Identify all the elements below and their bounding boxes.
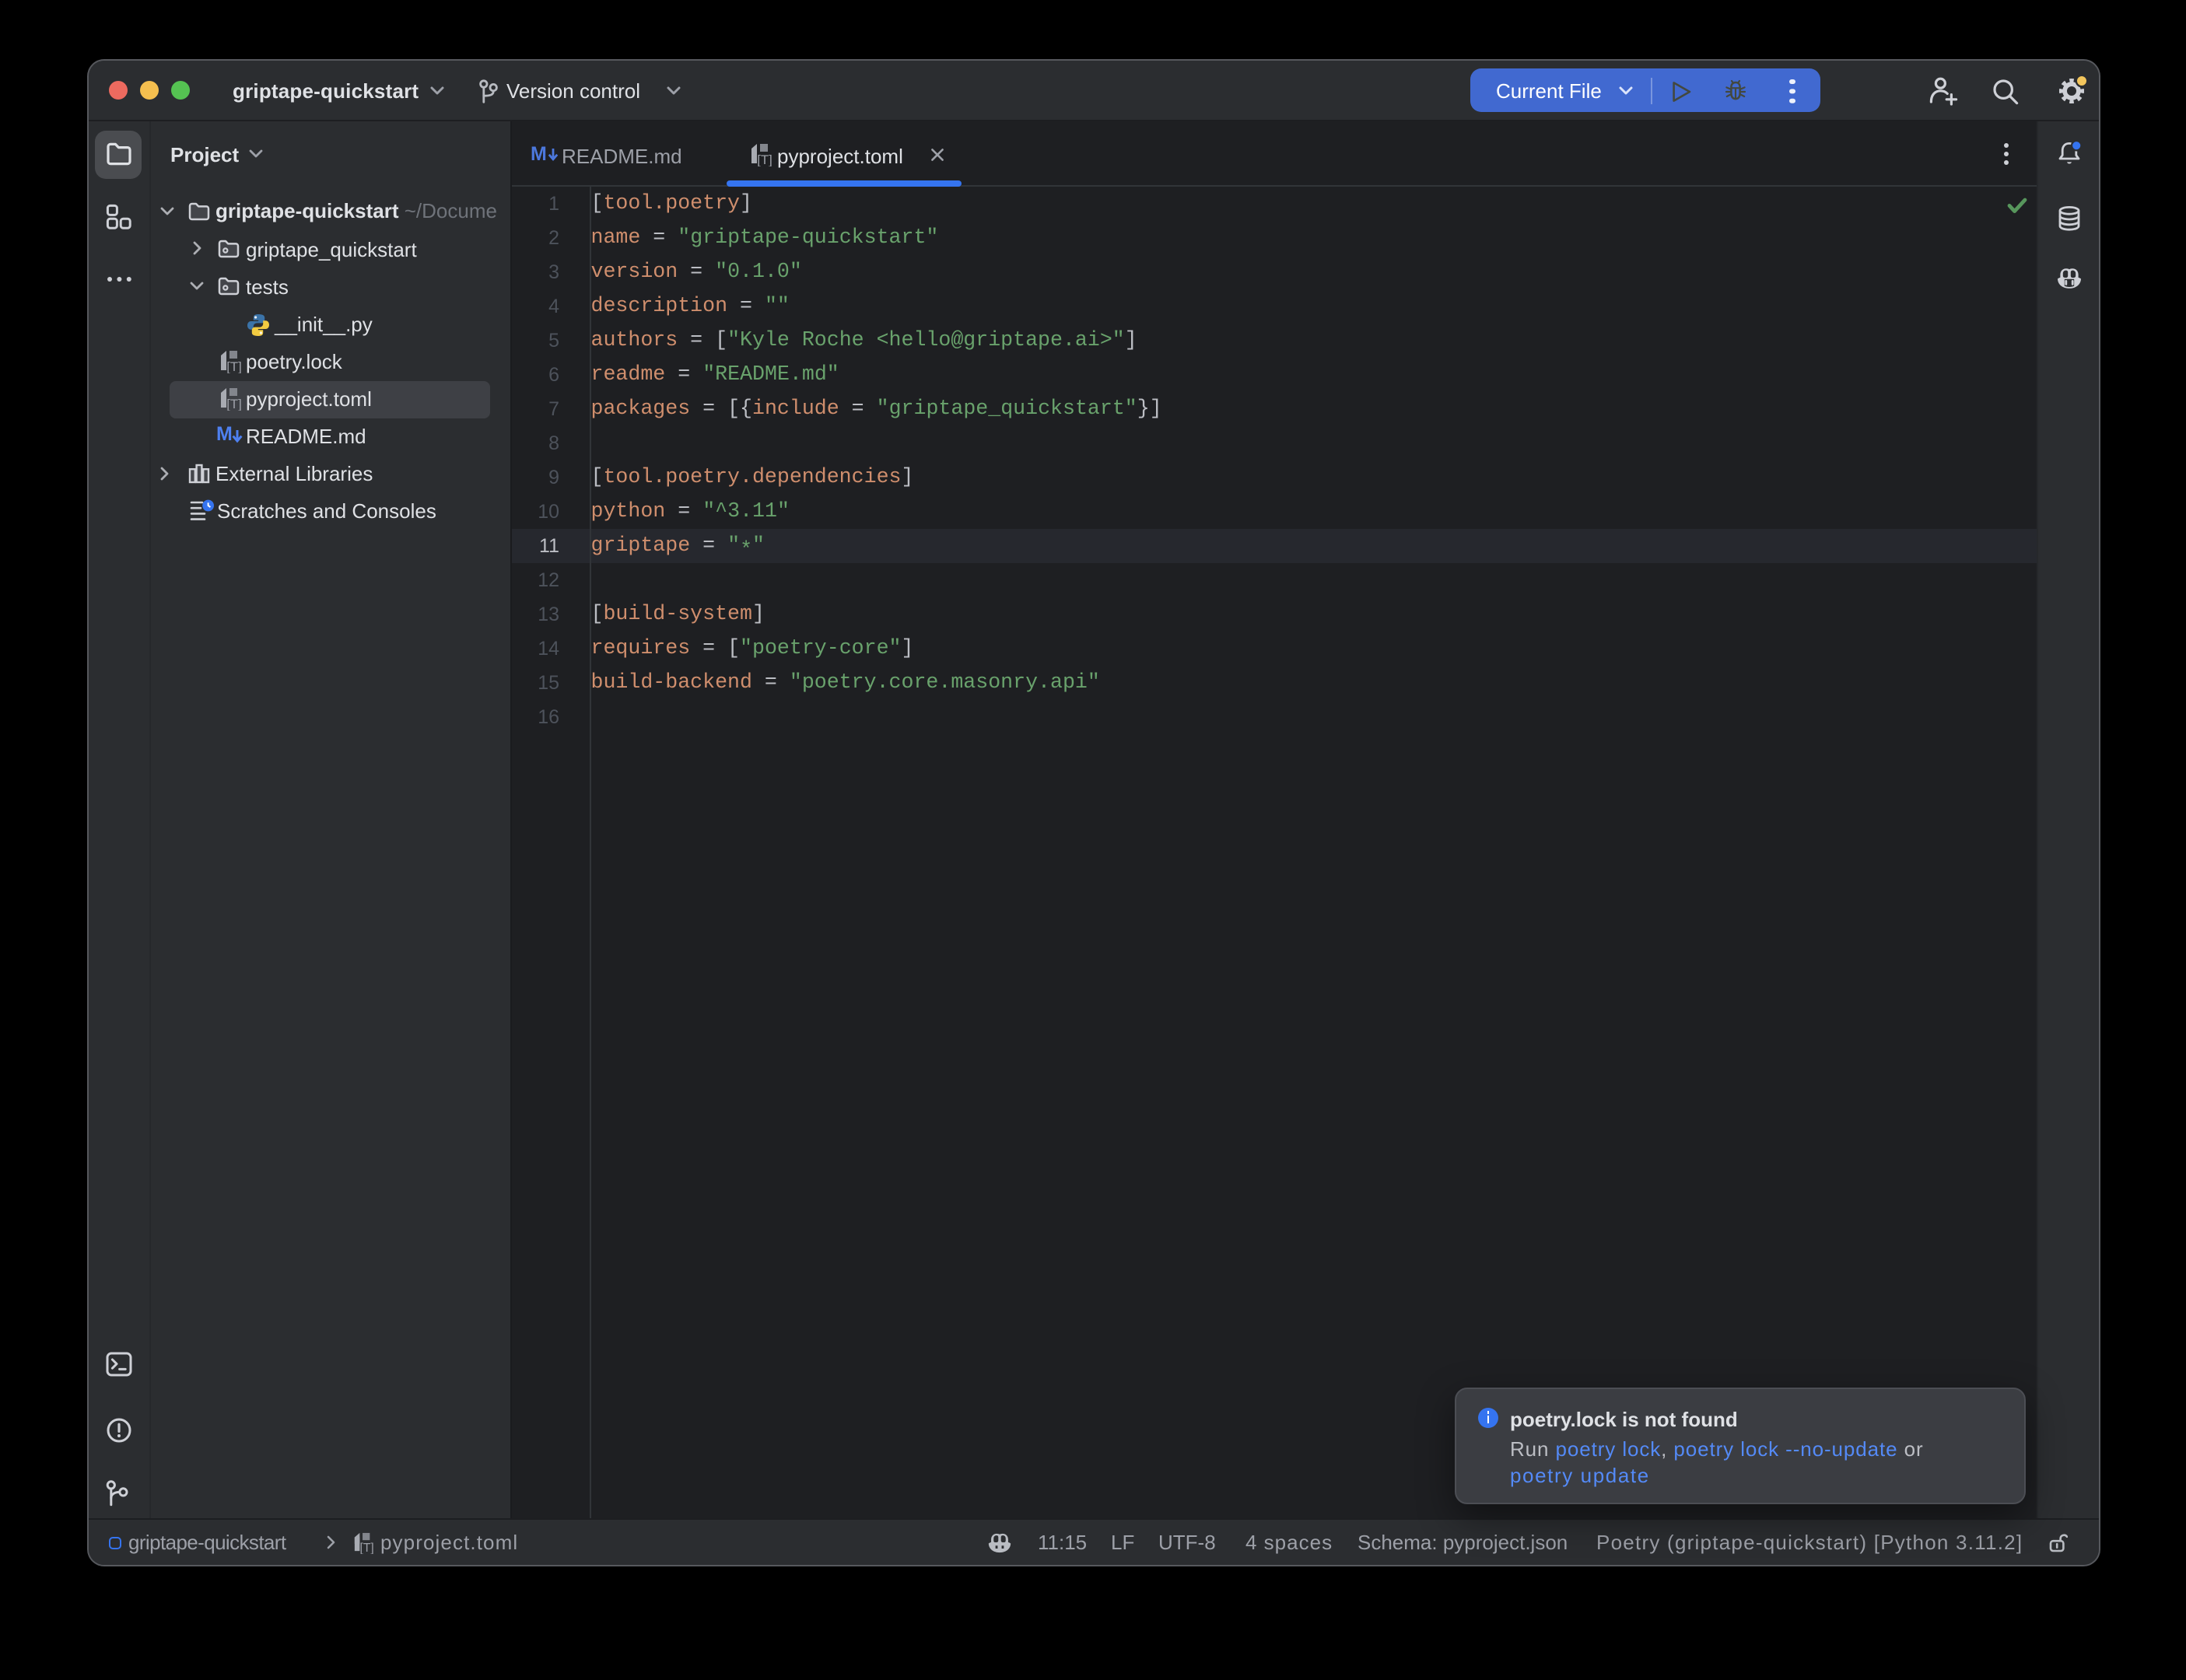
svg-text:[T]: [T] [226,397,240,411]
svg-text:[T]: [T] [757,152,772,166]
svg-text:[T]: [T] [226,359,240,373]
svg-text:[T]: [T] [359,1542,373,1554]
